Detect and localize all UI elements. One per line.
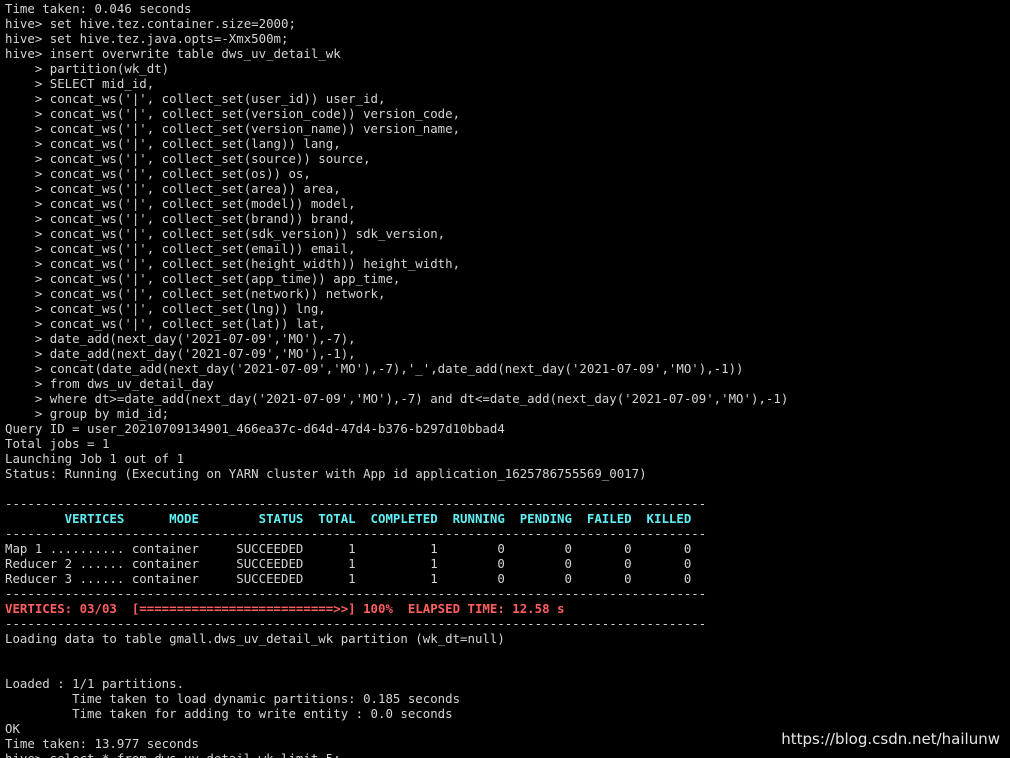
continuation-line: > concat_ws('|', collect_set(lang)) lang… — [5, 136, 341, 151]
terminal-line: Time taken: 0.046 seconds — [5, 1, 192, 16]
progress-status-line: VERTICES: 03/03 [=======================… — [5, 601, 565, 616]
continuation-line: > concat_ws('|', collect_set(os)) os, — [5, 166, 311, 181]
terminal-line: Query ID = user_20210709134901_466ea37c-… — [5, 421, 505, 436]
hive-prompt-line: hive> set hive.tez.container.size=2000; — [5, 16, 296, 31]
terminal-line: Reducer 3 ...... container SUCCEEDED 1 1… — [5, 571, 692, 586]
continuation-line: > date_add(next_day('2021-07-09','MO'),-… — [5, 331, 356, 346]
continuation-line: > concat_ws('|', collect_set(source)) so… — [5, 151, 371, 166]
vertices-table-header: VERTICES MODE STATUS TOTAL COMPLETED RUN… — [5, 511, 692, 526]
terminal-output[interactable]: Time taken: 0.046 seconds hive> set hive.… — [5, 1, 1005, 758]
continuation-line: > concat_ws('|', collect_set(version_nam… — [5, 121, 461, 136]
continuation-line: > concat_ws('|', collect_set(brand)) bra… — [5, 211, 356, 226]
continuation-line: > concat_ws('|', collect_set(height_widt… — [5, 256, 461, 271]
terminal-line: Status: Running (Executing on YARN clust… — [5, 466, 647, 481]
hive-prompt-line: hive> insert overwrite table dws_uv_deta… — [5, 46, 341, 61]
continuation-line: > concat_ws('|', collect_set(version_cod… — [5, 106, 461, 121]
continuation-line: > where dt>=date_add(next_day('2021-07-0… — [5, 391, 789, 406]
continuation-line: > concat(date_add(next_day('2021-07-09',… — [5, 361, 744, 376]
terminal-line: Map 1 .......... container SUCCEEDED 1 1… — [5, 541, 692, 556]
terminal-line: Total jobs = 1 — [5, 436, 110, 451]
continuation-line: > concat_ws('|', collect_set(model)) mod… — [5, 196, 356, 211]
continuation-line: > SELECT mid_id, — [5, 76, 155, 91]
continuation-line: > concat_ws('|', collect_set(email)) ema… — [5, 241, 356, 256]
table-divider: ----------------------------------------… — [5, 586, 707, 601]
continuation-line: > concat_ws('|', collect_set(area)) area… — [5, 181, 341, 196]
continuation-line: > date_add(next_day('2021-07-09','MO'),-… — [5, 346, 356, 361]
continuation-line: > concat_ws('|', collect_set(lat)) lat, — [5, 316, 326, 331]
continuation-line: > concat_ws('|', collect_set(user_id)) u… — [5, 91, 386, 106]
continuation-line: > concat_ws('|', collect_set(app_time)) … — [5, 271, 401, 286]
continuation-line: > group by mid_id; — [5, 406, 170, 421]
continuation-line: > from dws_uv_detail_day — [5, 376, 214, 391]
table-divider: ----------------------------------------… — [5, 496, 707, 511]
terminal-line: Time taken for adding to write entity : … — [5, 706, 453, 721]
continuation-line: > concat_ws('|', collect_set(sdk_version… — [5, 226, 446, 241]
hive-prompt-line: hive> set hive.tez.java.opts=-Xmx500m; — [5, 31, 289, 46]
terminal-line: Loaded : 1/1 partitions. — [5, 676, 185, 691]
continuation-line: > concat_ws('|', collect_set(network)) n… — [5, 286, 386, 301]
table-divider: ----------------------------------------… — [5, 526, 707, 541]
table-divider: ----------------------------------------… — [5, 616, 707, 631]
watermark: https://blog.csdn.net/hailunw — [781, 730, 1000, 748]
terminal-line: Loading data to table gmall.dws_uv_detai… — [5, 631, 505, 646]
terminal-line: Reducer 2 ...... container SUCCEEDED 1 1… — [5, 556, 692, 571]
terminal-line: Time taken to load dynamic partitions: 0… — [5, 691, 461, 706]
continuation-line: > concat_ws('|', collect_set(lng)) lng, — [5, 301, 326, 316]
terminal-line: Launching Job 1 out of 1 — [5, 451, 185, 466]
hive-prompt-line: hive> select * from dws_uv_detail_wk lim… — [5, 751, 1005, 758]
continuation-line: > partition(wk_dt) — [5, 61, 170, 76]
